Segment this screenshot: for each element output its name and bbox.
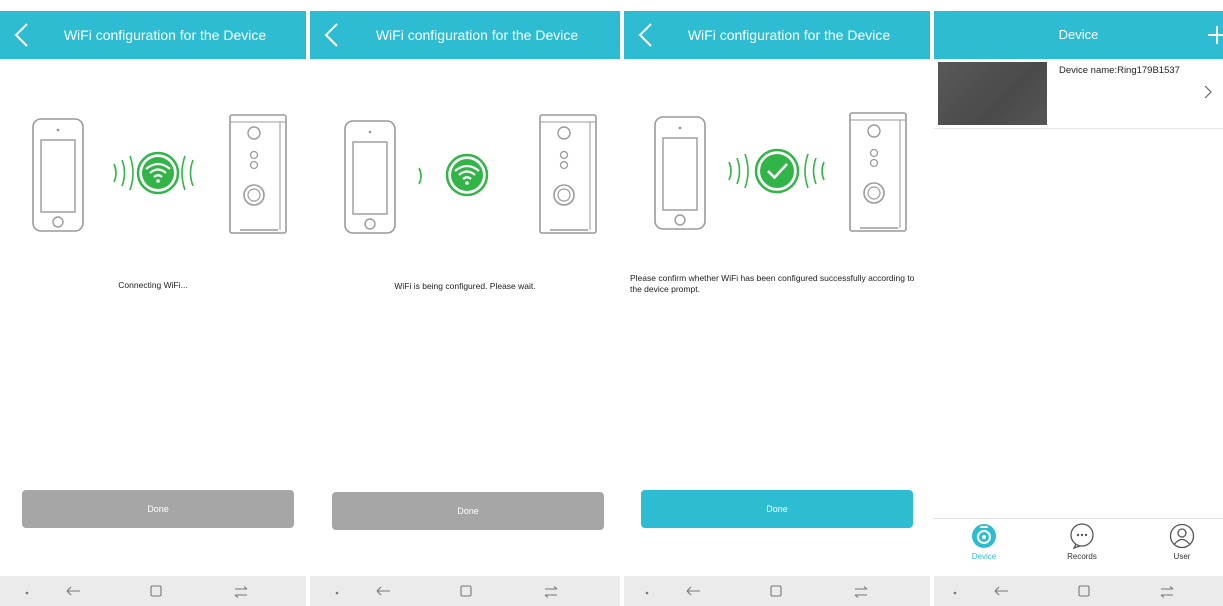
doorbell-icon <box>539 114 597 234</box>
system-nav-bar <box>934 576 1223 606</box>
recents-icon[interactable] <box>226 576 256 606</box>
done-button[interactable]: Done <box>332 492 604 530</box>
page-title: WiFi configuration for the Device <box>63 27 267 43</box>
dot-icon <box>322 576 352 606</box>
home-square-icon[interactable] <box>761 576 791 606</box>
header-bar: Device <box>934 11 1223 59</box>
wifi-illustration <box>624 108 930 238</box>
chevron-right-icon <box>1203 84 1213 100</box>
page-title: WiFi configuration for the Device <box>687 27 891 43</box>
system-nav-bar <box>310 576 620 606</box>
signal-waves-right <box>804 153 825 189</box>
home-square-icon[interactable] <box>1069 576 1099 606</box>
header-bar: WiFi configuration for the Device <box>310 11 620 59</box>
system-nav-bar <box>624 576 930 606</box>
back-arrow-icon[interactable] <box>986 576 1016 606</box>
system-nav-bar <box>0 576 306 606</box>
tab-label: Records <box>1067 552 1097 561</box>
signal-waves-left <box>418 167 422 185</box>
recents-icon[interactable] <box>1152 576 1182 606</box>
dot-icon <box>632 576 662 606</box>
tab-label: User <box>1173 552 1191 561</box>
screen-configuring-wifi: WiFi configuration for the Device WiFi i… <box>310 0 620 606</box>
home-square-icon[interactable] <box>451 576 481 606</box>
bottom-tab-bar: Device Records User <box>934 518 1223 568</box>
screen-confirm-wifi: WiFi configuration for the Device Please <box>624 0 930 606</box>
tab-label: Device <box>971 552 997 561</box>
recents-icon[interactable] <box>536 576 566 606</box>
status-text: WiFi is being configured. Please wait. <box>394 281 536 291</box>
dot-icon <box>12 576 42 606</box>
home-square-icon[interactable] <box>141 576 171 606</box>
signal-waves-right <box>181 155 194 191</box>
page-title: WiFi configuration for the Device <box>375 27 579 43</box>
header-bar: WiFi configuration for the Device <box>0 11 306 59</box>
header-bar: WiFi configuration for the Device <box>624 11 930 59</box>
status-text: Please confirm whether WiFi has been con… <box>630 273 915 294</box>
phone-icon <box>344 120 396 234</box>
status-text: Connecting WiFi... <box>118 280 188 290</box>
done-button[interactable]: Done <box>641 490 913 528</box>
tab-device[interactable]: Device <box>954 523 1014 561</box>
device-camera-icon <box>971 523 997 549</box>
wifi-icon <box>136 151 180 195</box>
phone-icon <box>32 118 84 232</box>
wifi-illustration <box>0 108 306 238</box>
device-name: Device name:Ring179B1537 <box>1059 65 1180 76</box>
wifi-illustration <box>310 108 620 238</box>
back-arrow-icon[interactable] <box>678 576 708 606</box>
device-list-item[interactable]: Device name:Ring179B1537 <box>934 59 1223 129</box>
tab-records[interactable]: Records <box>1052 523 1112 561</box>
tab-user[interactable]: User <box>1152 523 1212 561</box>
device-thumbnail <box>938 62 1047 125</box>
signal-waves-left <box>113 155 134 191</box>
plus-icon <box>1208 26 1223 44</box>
page-title: Device <box>1058 27 1099 42</box>
chat-bubble-icon <box>1069 523 1095 549</box>
done-button[interactable]: Done <box>22 490 294 528</box>
signal-waves-left <box>728 153 749 189</box>
back-arrow-icon[interactable] <box>368 576 398 606</box>
screen-device-list: Device Device name:Ring179B1537 Device R… <box>934 0 1223 606</box>
doorbell-icon <box>849 112 907 232</box>
phone-icon <box>654 116 706 230</box>
user-icon <box>1169 523 1195 549</box>
doorbell-icon <box>229 114 287 234</box>
recents-icon[interactable] <box>846 576 876 606</box>
add-device-button[interactable] <box>1205 23 1223 47</box>
screen-connecting-wifi: WiFi configuration for the Device Connec… <box>0 0 306 606</box>
dot-icon <box>940 576 970 606</box>
back-arrow-icon[interactable] <box>58 576 88 606</box>
wifi-icon <box>445 153 489 197</box>
checkmark-icon <box>754 148 800 194</box>
